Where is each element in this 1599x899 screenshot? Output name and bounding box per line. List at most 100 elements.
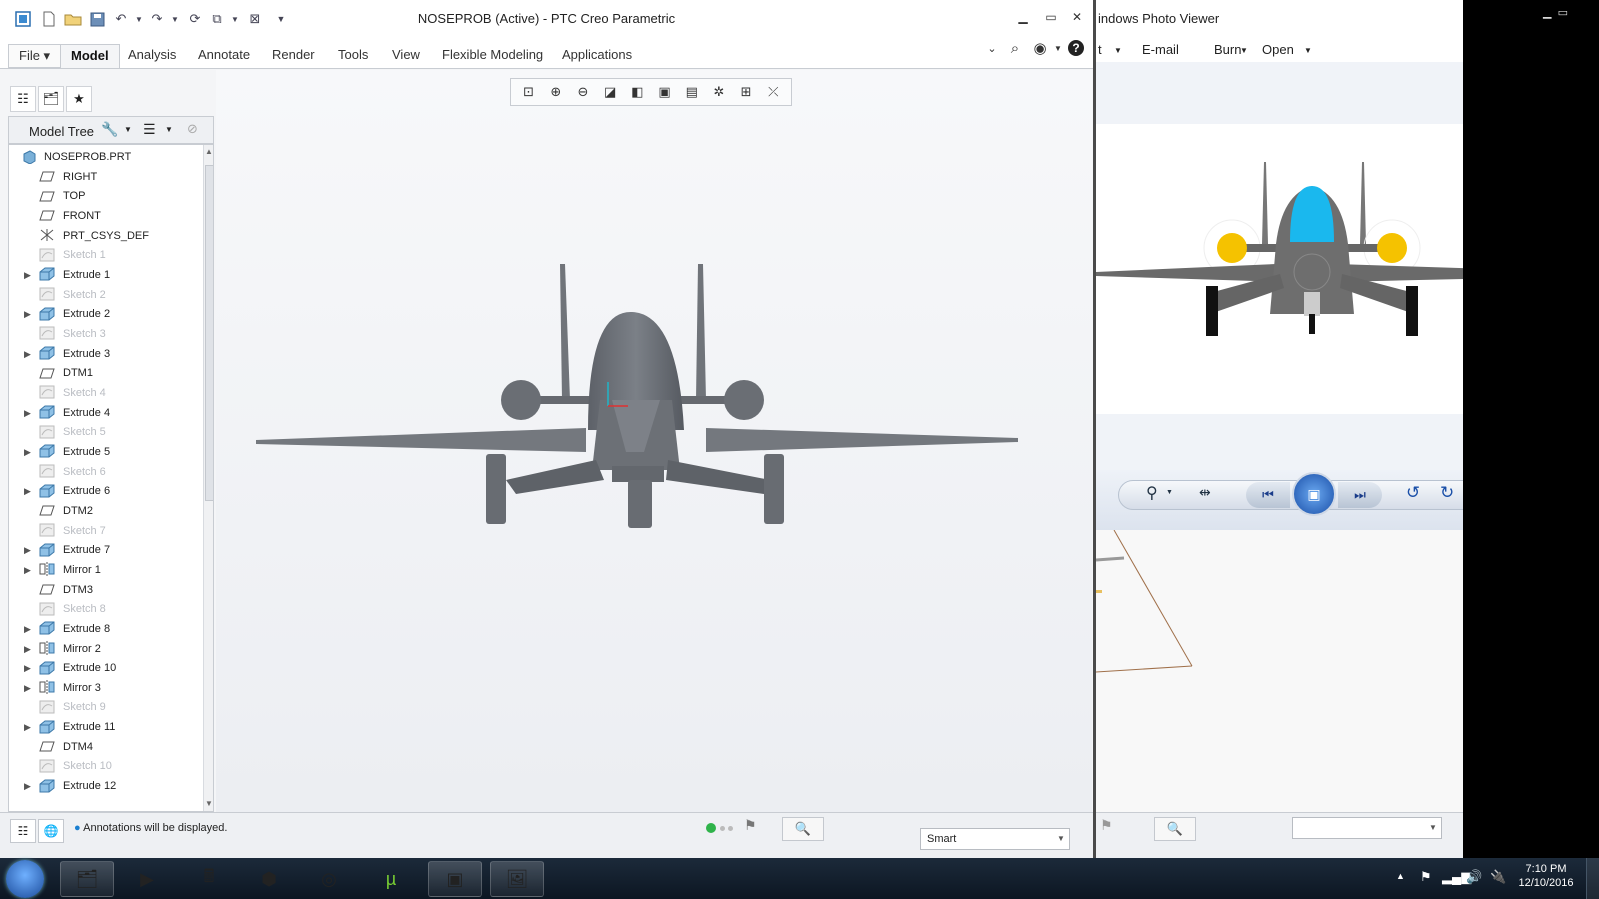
expand-arrow-icon[interactable]: ▶ <box>24 644 31 655</box>
tree-item[interactable]: Sketch 6 <box>9 462 195 482</box>
tree-item[interactable]: Sketch 8 <box>9 599 195 619</box>
tree-item[interactable]: Sketch 10 <box>9 756 195 776</box>
navigator-toggle-icon[interactable]: ☷ <box>10 819 36 843</box>
maximize-button[interactable]: ▭ <box>1040 10 1062 28</box>
expand-arrow-icon[interactable]: ▶ <box>24 722 31 733</box>
power-icon[interactable]: 🔌 <box>1490 869 1506 885</box>
tree-item[interactable]: ▶ Extrude 12 <box>9 776 195 796</box>
action-center-icon[interactable]: ⚑ <box>1420 869 1432 885</box>
tree-item[interactable]: DTM2 <box>9 501 195 521</box>
pv-flag-icon[interactable]: ⚑ <box>1100 817 1113 834</box>
tree-item[interactable]: Sketch 7 <box>9 521 195 541</box>
menu-print[interactable]: t <box>1098 42 1102 57</box>
tree-item[interactable]: Sketch 1 <box>9 245 195 265</box>
tab-model[interactable]: Model <box>60 44 120 68</box>
slideshow-button[interactable]: ▣ <box>1292 472 1336 516</box>
selection-filter[interactable]: Smart ▼ <box>920 828 1070 850</box>
tree-item[interactable]: ▶ Mirror 3 <box>9 678 195 698</box>
expand-arrow-icon[interactable]: ▶ <box>24 349 31 360</box>
expand-arrow-icon[interactable]: ▶ <box>24 486 31 497</box>
flag-icon[interactable]: ⚑ <box>744 817 757 834</box>
rotate-right-icon[interactable]: ↻ <box>1440 483 1454 503</box>
media-player-icon[interactable]: ▶ <box>120 861 174 897</box>
previous-icon[interactable]: ⏮ <box>1246 482 1290 508</box>
expand-arrow-icon[interactable]: ▶ <box>24 545 31 556</box>
tree-item[interactable]: ▶ Extrude 5 <box>9 442 195 462</box>
expand-arrow-icon[interactable]: ▶ <box>24 270 31 281</box>
expand-arrow-icon[interactable]: ▶ <box>24 447 31 458</box>
tree-settings-dropdown-icon[interactable]: ▼ <box>124 125 132 134</box>
expand-arrow-icon[interactable]: ▶ <box>24 781 31 792</box>
pv-filter-box[interactable]: ▼ <box>1292 817 1442 839</box>
tab-view[interactable]: View <box>382 44 430 68</box>
spin-center-icon[interactable]: ⤫ <box>762 81 784 103</box>
tree-filter-icon[interactable]: ⊘ <box>187 121 198 137</box>
tab-tools[interactable]: Tools <box>328 44 378 68</box>
tree-item[interactable]: ▶ Mirror 1 <box>9 560 195 580</box>
expand-arrow-icon[interactable]: ▶ <box>24 309 31 320</box>
rotate-left-icon[interactable]: ↺ <box>1406 483 1420 503</box>
folder-browser-tab-icon[interactable]: 🗂 <box>38 86 64 112</box>
menu-burn[interactable]: Burn <box>1214 42 1241 57</box>
tree-columns-dropdown-icon[interactable]: ▼ <box>165 125 173 134</box>
ribbon-collapse-icon[interactable]: ⌄ <box>982 38 1002 58</box>
tray-expand-icon[interactable]: ▲ <box>1396 871 1405 881</box>
repaint-icon[interactable]: ◪ <box>599 81 621 103</box>
tree-item[interactable]: Sketch 4 <box>9 383 195 403</box>
tree-item[interactable]: DTM1 <box>9 363 195 383</box>
annotation-display-icon[interactable]: ⊞ <box>735 81 757 103</box>
tree-item[interactable]: ▶ Mirror 2 <box>9 639 195 659</box>
tab-analysis[interactable]: Analysis <box>118 44 186 68</box>
favorites-tab-icon[interactable]: ★ <box>66 86 92 112</box>
zoom-icon[interactable]: ⚲ <box>1146 483 1158 503</box>
scroll-down-icon[interactable]: ▼ <box>205 799 213 808</box>
menu-open[interactable]: Open <box>1262 42 1294 57</box>
zoom-out-icon[interactable]: ⊖ <box>572 81 594 103</box>
explorer-icon[interactable]: 🗂 <box>60 861 114 897</box>
photo-viewer-taskbar-icon[interactable]: 🖼 <box>490 861 544 897</box>
start-button[interactable] <box>6 860 44 898</box>
tree-settings-icon[interactable]: 🔧 <box>101 121 118 138</box>
tree-item[interactable]: Sketch 9 <box>9 697 195 717</box>
close-button[interactable]: ✕ <box>1066 10 1088 28</box>
minimize-button[interactable]: ▁ <box>1012 10 1034 28</box>
find-icon[interactable]: 🔍 <box>782 817 824 841</box>
filter-dropdown-icon[interactable]: ▼ <box>1057 834 1065 843</box>
model-tree-tab-icon[interactable]: ☷ <box>10 86 36 112</box>
scroll-up-icon[interactable]: ▲ <box>205 147 213 156</box>
next-icon[interactable]: ⏭ <box>1338 482 1382 508</box>
pv-find-icon[interactable]: 🔍 <box>1154 817 1196 841</box>
tree-columns-icon[interactable]: ☰ <box>143 121 156 138</box>
browser-toggle-icon[interactable]: 🌐 <box>38 819 64 843</box>
tree-item[interactable]: NOSEPROB.PRT <box>9 147 195 167</box>
tree-item[interactable]: RIGHT <box>9 167 195 187</box>
dark-window-controls[interactable]: ▁ ▭ <box>1543 6 1593 24</box>
display-style-icon[interactable]: ◧ <box>626 81 648 103</box>
menu-email[interactable]: E-mail <box>1142 42 1179 57</box>
utorrent-icon[interactable]: µ <box>364 861 418 897</box>
expand-arrow-icon[interactable]: ▶ <box>24 565 31 576</box>
search-icon[interactable]: ⌕ <box>1005 38 1025 58</box>
tree-item[interactable]: ▶ Extrude 7 <box>9 540 195 560</box>
tab-annotate[interactable]: Annotate <box>188 44 260 68</box>
community-icon[interactable]: ◉ <box>1030 38 1050 58</box>
tree-item[interactable]: Sketch 5 <box>9 422 195 442</box>
expand-arrow-icon[interactable]: ▶ <box>24 408 31 419</box>
tree-item[interactable]: ▶ Extrude 11 <box>9 717 195 737</box>
show-desktop-button[interactable] <box>1586 858 1599 899</box>
pv-filter-dropdown-icon[interactable]: ▼ <box>1429 823 1437 832</box>
expand-arrow-icon[interactable]: ▶ <box>24 663 31 674</box>
chrome-icon[interactable]: ◎ <box>302 861 356 897</box>
tab-flexible-modeling[interactable]: Flexible Modeling <box>432 44 553 68</box>
tree-item[interactable]: FRONT <box>9 206 195 226</box>
view-manager-icon[interactable]: ▤ <box>681 81 703 103</box>
actual-size-icon[interactable]: ⇹ <box>1199 484 1211 501</box>
tree-item[interactable]: ▶ Extrude 3 <box>9 344 195 364</box>
tree-item[interactable]: TOP <box>9 186 195 206</box>
expand-arrow-icon[interactable]: ▶ <box>24 683 31 694</box>
dota-icon[interactable]: ⬢ <box>242 861 296 897</box>
tree-item[interactable]: Sketch 3 <box>9 324 195 344</box>
tree-item[interactable]: DTM3 <box>9 580 195 600</box>
burn-dropdown-icon[interactable]: ▼ <box>1240 46 1248 55</box>
tree-item[interactable]: PRT_CSYS_DEF <box>9 226 195 246</box>
